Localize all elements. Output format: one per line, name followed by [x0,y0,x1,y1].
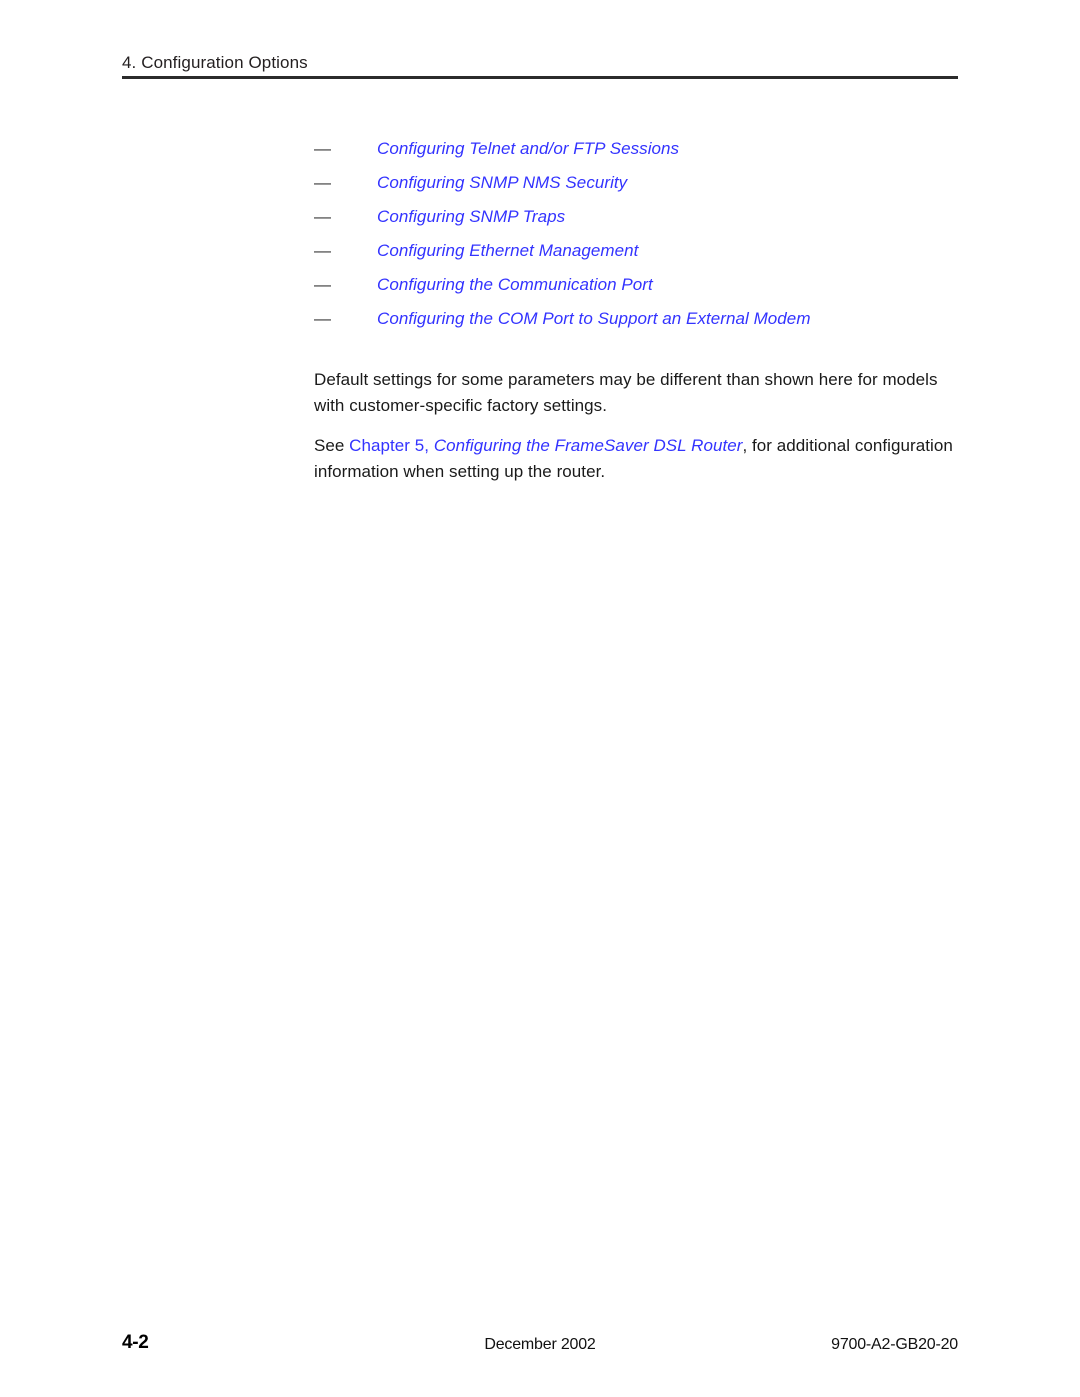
list-item[interactable]: — Configuring SNMP Traps [314,206,962,240]
em-dash-bullet-icon: — [314,139,331,158]
paragraph-lead-text: See [314,436,350,455]
document-page: 4. Configuration Options — Configuring T… [0,0,1080,1397]
em-dash-bullet-icon: — [314,241,331,260]
em-dash-bullet-icon: — [314,309,331,328]
link-configuring-snmp-nms-security[interactable]: Configuring SNMP NMS Security [377,172,627,194]
chapter-label: 4. Configuration Options [122,53,308,72]
link-configuring-snmp-traps[interactable]: Configuring SNMP Traps [377,206,565,228]
list-item[interactable]: — Configuring the Communication Port [314,274,962,308]
link-configuring-com-port-external-modem[interactable]: Configuring the COM Port to Support an E… [377,308,811,330]
body-copy: Default settings for some parameters may… [314,367,964,485]
em-dash-bullet-icon: — [314,207,331,226]
paragraph-default-settings: Default settings for some parameters may… [314,370,938,415]
xref-configuring-framesaver-dsl-router[interactable]: Configuring the FrameSaver DSL Router [434,436,743,455]
running-header: 4. Configuration Options [122,52,958,74]
list-item[interactable]: — Configuring Telnet and/or FTP Sessions [314,138,962,172]
cross-reference-link-list: — Configuring Telnet and/or FTP Sessions… [314,138,962,342]
list-item[interactable]: — Configuring SNMP NMS Security [314,172,962,206]
xref-chapter-5-label[interactable]: Chapter 5, [349,436,434,455]
footer-document-number: 9700-A2-GB20-20 [831,1336,958,1353]
link-configuring-the-communication-port[interactable]: Configuring the Communication Port [377,274,653,296]
list-item[interactable]: — Configuring Ethernet Management [314,240,962,274]
em-dash-bullet-icon: — [314,275,331,294]
link-configuring-ethernet-management[interactable]: Configuring Ethernet Management [377,240,638,262]
page-footer: 4-2 December 2002 9700-A2-GB20-20 [122,1330,958,1360]
list-item[interactable]: — Configuring the COM Port to Support an… [314,308,962,342]
em-dash-bullet-icon: — [314,173,331,192]
paragraph-see-chapter-5: See Chapter 5, Configuring the FrameSave… [314,433,964,485]
header-divider-rule [122,76,958,79]
link-configuring-telnet-ftp-sessions[interactable]: Configuring Telnet and/or FTP Sessions [377,138,679,160]
